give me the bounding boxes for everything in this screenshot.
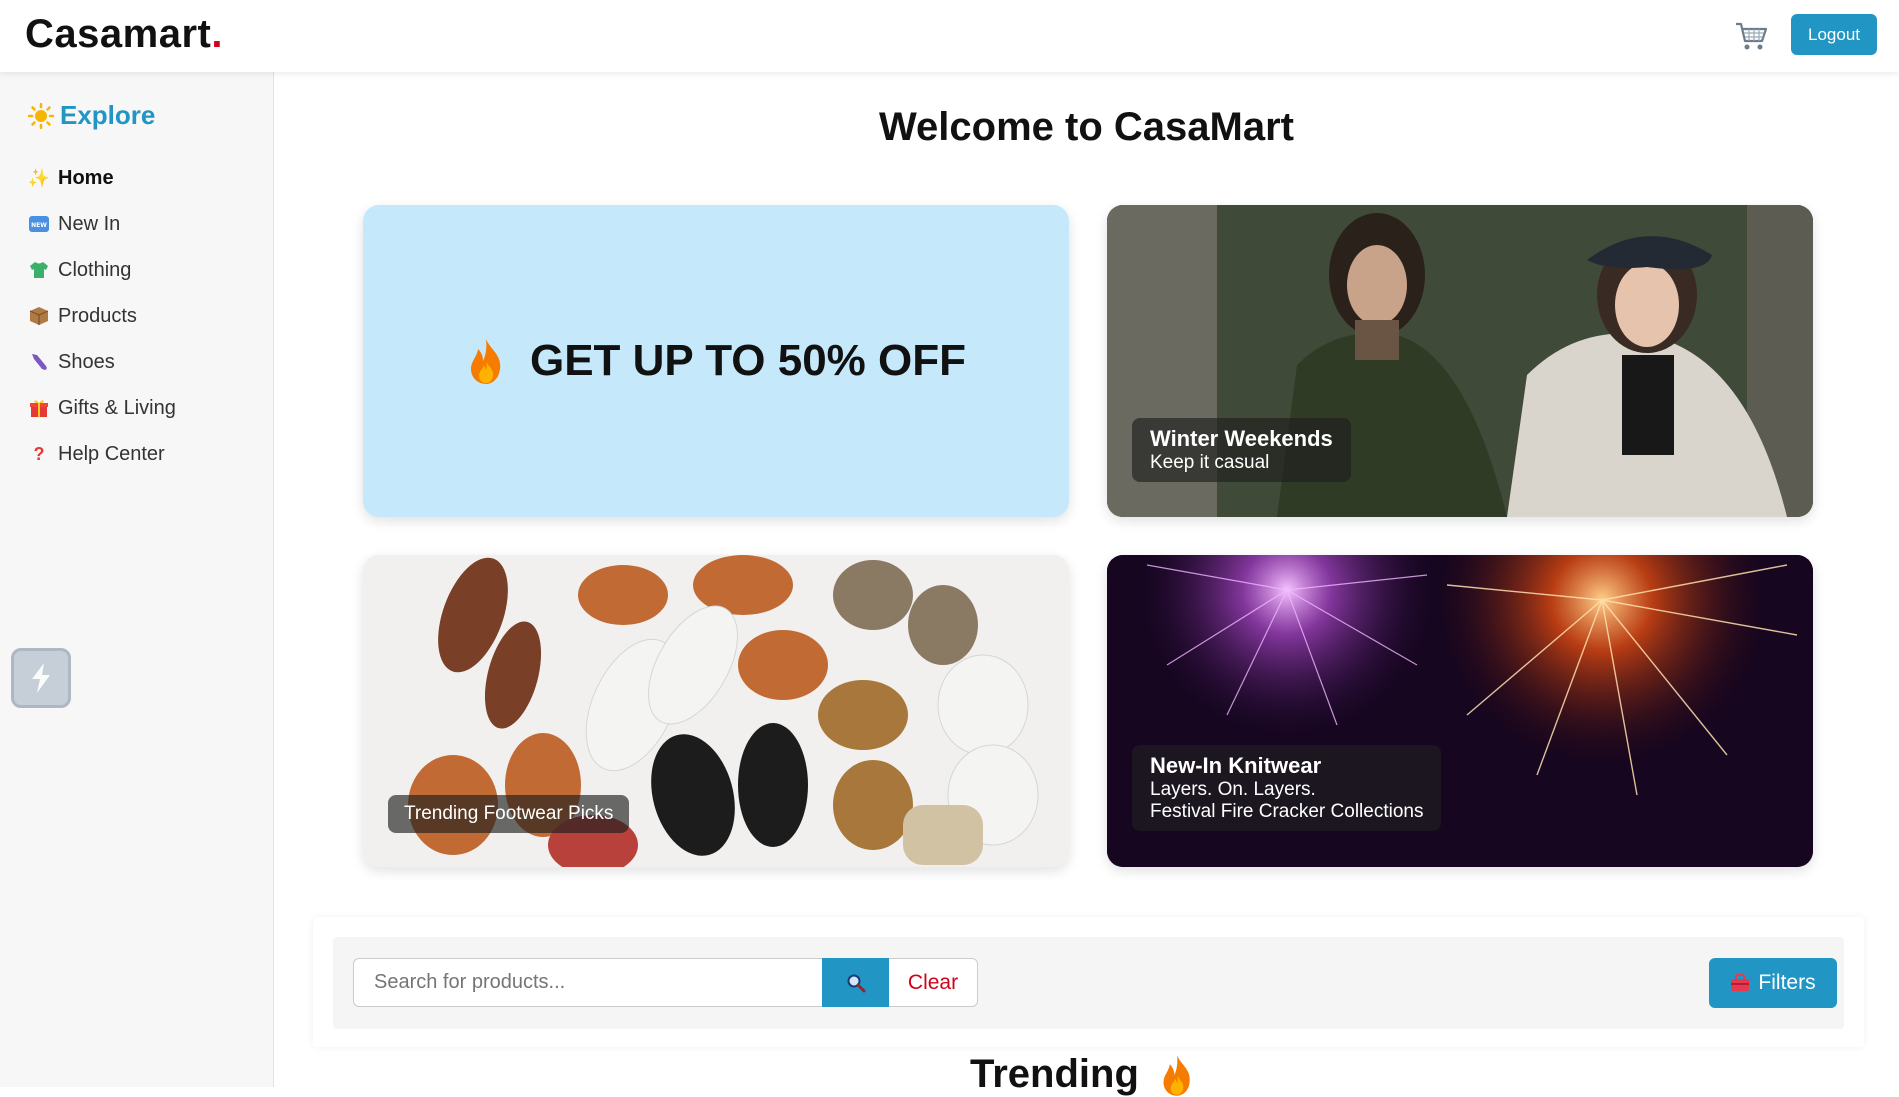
sidebar-item-label: Home bbox=[58, 166, 114, 189]
tshirt-icon bbox=[28, 261, 50, 279]
promo-card[interactable]: GET UP TO 50% OFF bbox=[363, 205, 1069, 517]
sidebar-item-label: Clothing bbox=[58, 258, 132, 281]
sidebar-heading: Explore bbox=[28, 100, 155, 131]
card-caption: Trending Footwear Picks bbox=[388, 795, 630, 833]
card-subtitle-2: Festival Fire Cracker Collections bbox=[1150, 801, 1424, 822]
card-caption: New-In Knitwear Layers. On. Layers. Fest… bbox=[1132, 745, 1442, 831]
sidebar-item-label: Shoes bbox=[58, 350, 115, 373]
card-title: New-In Knitwear bbox=[1150, 753, 1322, 778]
card-title: Trending Footwear Picks bbox=[404, 803, 614, 824]
package-icon bbox=[28, 306, 50, 326]
sidebar-item-help-center[interactable]: ? Help Center bbox=[28, 431, 176, 477]
bolt-icon bbox=[32, 663, 50, 693]
filters-button[interactable]: Filters bbox=[1709, 958, 1837, 1008]
clear-button[interactable]: Clear bbox=[889, 958, 978, 1007]
trending-heading: Trending bbox=[970, 1052, 1195, 1097]
card-subtitle: Keep it casual bbox=[1150, 452, 1270, 473]
sidebar-item-label: Gifts & Living bbox=[58, 396, 176, 419]
gift-icon bbox=[28, 398, 50, 418]
top-header: Casamart. Logout bbox=[0, 0, 1899, 72]
sidebar-item-label: New In bbox=[58, 212, 121, 235]
search-input[interactable] bbox=[353, 958, 822, 1007]
promo-title: GET UP TO 50% OFF bbox=[529, 336, 967, 385]
search-icon bbox=[847, 974, 865, 992]
sidebar-item-label: Products bbox=[58, 304, 137, 327]
sun-icon bbox=[28, 102, 54, 129]
toolbox-icon bbox=[1731, 974, 1750, 991]
search-bar: Clear Filters bbox=[333, 937, 1844, 1029]
fire-icon bbox=[470, 339, 501, 384]
trending-title: Trending bbox=[970, 1052, 1139, 1096]
sidebar-item-clothing[interactable]: Clothing bbox=[28, 247, 176, 293]
search-button[interactable] bbox=[822, 958, 889, 1007]
sidebar-item-products[interactable]: Products bbox=[28, 293, 176, 339]
logout-button[interactable]: Logout bbox=[1791, 14, 1877, 55]
card-title: Winter Weekends bbox=[1150, 426, 1333, 451]
sidebar-item-home[interactable]: ✨ Home bbox=[28, 155, 176, 201]
floating-widget-button[interactable] bbox=[11, 648, 71, 708]
svg-text:NEW: NEW bbox=[31, 222, 47, 229]
card-subtitle: Layers. On. Layers. bbox=[1150, 779, 1316, 800]
shoe-icon bbox=[28, 352, 50, 372]
sidebar-nav: ✨ Home NEW New In Clothing Products Shoe… bbox=[28, 155, 176, 477]
trending-footwear-card[interactable]: Trending Footwear Picks bbox=[363, 555, 1069, 867]
sidebar-item-label: Help Center bbox=[58, 442, 165, 465]
filters-label: Filters bbox=[1758, 971, 1816, 994]
fire-icon bbox=[1163, 1054, 1190, 1096]
new-badge-icon: NEW bbox=[28, 216, 50, 232]
new-in-knitwear-card[interactable]: New-In Knitwear Layers. On. Layers. Fest… bbox=[1107, 555, 1813, 867]
sidebar-item-gifts-living[interactable]: Gifts & Living bbox=[28, 385, 176, 431]
sparkles-icon: ✨ bbox=[27, 167, 51, 188]
search-panel: Clear Filters bbox=[313, 917, 1864, 1047]
sidebar-item-shoes[interactable]: Shoes bbox=[28, 339, 176, 385]
sidebar-item-new-in[interactable]: NEW New In bbox=[28, 201, 176, 247]
page-title: Welcome to CasaMart bbox=[879, 105, 1294, 149]
brand-logo[interactable]: Casamart. bbox=[25, 12, 223, 57]
card-caption: Winter Weekends Keep it casual bbox=[1132, 418, 1351, 482]
question-icon: ? bbox=[33, 443, 45, 464]
cart-icon[interactable] bbox=[1734, 20, 1768, 52]
winter-weekends-card[interactable]: Winter Weekends Keep it casual bbox=[1107, 205, 1813, 517]
